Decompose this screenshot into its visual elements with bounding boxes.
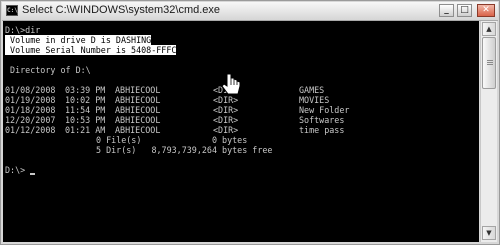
title-bar[interactable]: C:\ Select C:\WINDOWS\system32\cmd.exe _… <box>2 2 498 21</box>
entry-time: 10:53 PM <box>65 115 106 125</box>
entry-time: 10:02 PM <box>65 95 106 105</box>
close-icon: ✕ <box>482 5 490 15</box>
cmd-window: C:\ Select C:\WINDOWS\system32\cmd.exe _… <box>0 0 500 245</box>
entry-name: New Folder <box>299 105 350 115</box>
entry-time: 11:54 PM <box>65 105 106 115</box>
text-cursor <box>30 173 35 175</box>
entry-owner: ABHIECOOL <box>115 95 161 105</box>
scroll-up-arrow-icon[interactable]: ▲ <box>482 22 496 36</box>
entry-time: 03:39 PM <box>65 85 106 95</box>
volume-label-line: Volume in drive D is DASHING <box>5 35 152 45</box>
vertical-scrollbar[interactable]: ▲ ▼ <box>480 21 497 242</box>
console-output[interactable]: D:\>dir Volume in drive D is DASHING Vol… <box>3 21 479 242</box>
thumb-grip <box>487 64 493 65</box>
entry-type: <DIR> <box>213 105 239 115</box>
entry-date: 01/19/2008 <box>5 95 56 105</box>
entry-owner: ABHIECOOL <box>115 125 161 135</box>
entry-name: time pass <box>299 125 345 135</box>
hand-pointer-icon <box>221 73 241 95</box>
scroll-down-arrow-icon[interactable]: ▼ <box>482 226 496 240</box>
minimize-icon: _ <box>444 5 449 15</box>
entry-date: 01/12/2008 <box>5 125 56 135</box>
entry-owner: ABHIECOOL <box>115 85 161 95</box>
entry-owner: ABHIECOOL <box>115 115 161 125</box>
files-summary: 0 File(s) 0 bytes <box>96 135 248 145</box>
entry-time: 01:21 AM <box>65 125 106 135</box>
minimize-button[interactable]: _ <box>439 4 454 17</box>
entry-date: 12/20/2007 <box>5 115 56 125</box>
thumb-grip <box>487 62 493 63</box>
window-title: Select C:\WINDOWS\system32\cmd.exe <box>22 4 221 16</box>
entry-name: MOVIES <box>299 95 330 105</box>
entry-type: <DIR> <box>213 125 239 135</box>
maximize-icon: □ <box>460 5 469 15</box>
thumb-grip <box>487 60 493 61</box>
serial-number-line: Volume Serial Number is 5408-FFFC <box>5 45 177 55</box>
entry-date: 01/18/2008 <box>5 105 56 115</box>
cmd-icon-glyph: C:\ <box>7 7 18 14</box>
directory-of-line: Directory of D:\ <box>5 65 91 75</box>
cmd-app-icon[interactable]: C:\ <box>6 5 18 16</box>
entry-name: Softwares <box>299 115 345 125</box>
entry-type: <DIR> <box>213 115 239 125</box>
prompt-command: D:\>dir <box>5 25 41 35</box>
close-button[interactable]: ✕ <box>477 4 495 17</box>
entry-owner: ABHIECOOL <box>115 105 161 115</box>
entry-name: GAMES <box>299 85 325 95</box>
entry-date: 01/08/2008 <box>5 85 56 95</box>
dirs-summary: 5 Dir(s) 8,793,739,264 bytes free <box>96 145 273 155</box>
maximize-button[interactable]: □ <box>457 4 472 17</box>
final-prompt: D:\> <box>5 165 26 175</box>
scrollbar-thumb[interactable] <box>482 37 496 89</box>
